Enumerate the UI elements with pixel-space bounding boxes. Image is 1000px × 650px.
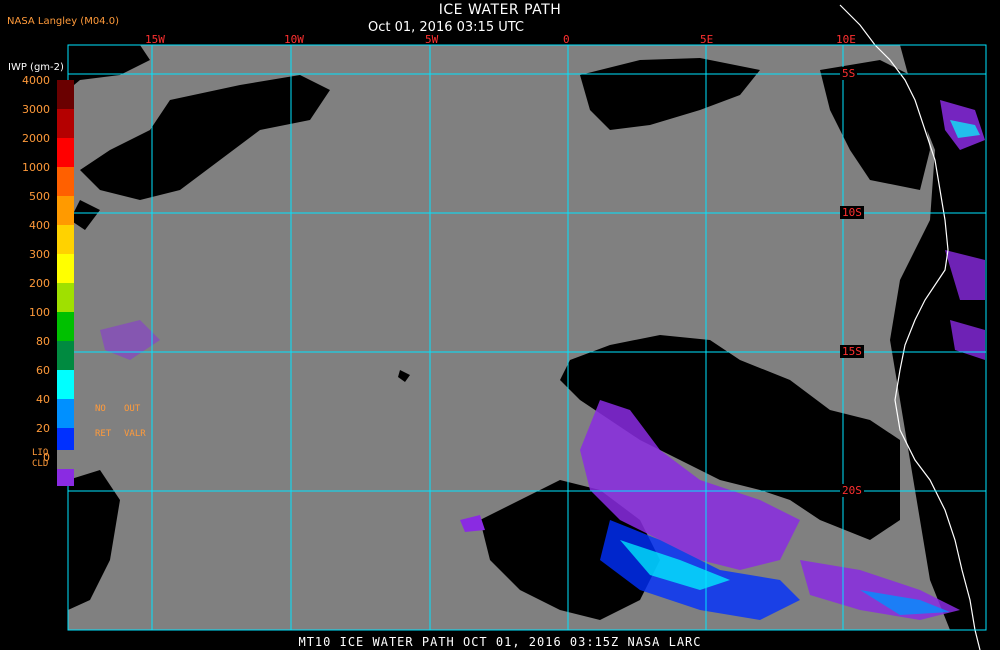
legend-valr: VALR bbox=[124, 429, 146, 439]
legend-color-swatch bbox=[57, 283, 74, 312]
legend-cld: CLD bbox=[32, 459, 49, 469]
legend-tick-label: 300 bbox=[29, 248, 50, 261]
longitude-label: 10E bbox=[836, 33, 856, 46]
map-title: ICE WATER PATH bbox=[438, 2, 562, 18]
legend-tick-label: 80 bbox=[36, 335, 50, 348]
legend-color-swatch bbox=[57, 109, 74, 138]
legend-tick-label: 500 bbox=[29, 190, 50, 203]
legend-out: OUT bbox=[124, 404, 141, 414]
longitude-label: 10W bbox=[284, 33, 304, 46]
legend-liquid-cloud-swatch bbox=[57, 450, 74, 469]
legend-color-swatch bbox=[57, 399, 74, 428]
legend-tick-label: 20 bbox=[36, 422, 50, 435]
legend-tick-label: 2000 bbox=[22, 132, 50, 145]
longitude-label: 5E bbox=[700, 33, 714, 46]
legend-ret: RET bbox=[95, 429, 112, 439]
satellite-map bbox=[67, 4, 987, 650]
legend-tick-label: 60 bbox=[36, 364, 50, 377]
legend-color-swatch bbox=[57, 254, 74, 283]
legend-tick-label: 3000 bbox=[22, 103, 50, 116]
longitude-label: 0 bbox=[563, 33, 570, 46]
legend-color-swatch bbox=[57, 138, 74, 167]
longitude-label: 15W bbox=[145, 33, 165, 46]
legend-color-swatch bbox=[57, 225, 74, 254]
latitude-label: 20S bbox=[840, 484, 864, 497]
legend-color-swatch bbox=[57, 370, 74, 399]
data-source: NASA Langley (M04.0) bbox=[7, 16, 119, 27]
map-timestamp: Oct 01, 2016 03:15 UTC bbox=[368, 20, 524, 35]
legend-color-swatch bbox=[57, 167, 74, 196]
latitude-label: 15S bbox=[840, 345, 864, 358]
legend-tick-label: 100 bbox=[29, 306, 50, 319]
legend-tick-label: 1000 bbox=[22, 161, 50, 174]
legend-color-swatch bbox=[57, 196, 74, 225]
legend-tick-label: 40 bbox=[36, 393, 50, 406]
legend-tick-label: 400 bbox=[29, 219, 50, 232]
longitude-label: 5W bbox=[425, 33, 439, 46]
latitude-label: 5S bbox=[840, 67, 858, 80]
legend-color-swatch bbox=[57, 341, 74, 370]
legend-color-swatch bbox=[57, 312, 74, 341]
legend-color-swatch bbox=[57, 80, 74, 109]
legend-tick-label: 200 bbox=[29, 277, 50, 290]
legend-tick-label: 4000 bbox=[22, 74, 50, 87]
legend-no: NO bbox=[95, 404, 106, 414]
legend-units: IWP (gm-2) bbox=[8, 62, 64, 73]
latitude-label: 10S bbox=[840, 206, 864, 219]
footer-caption: MT10 ICE WATER PATH OCT 01, 2016 03:15Z … bbox=[298, 635, 702, 649]
legend-liq: LIQ bbox=[32, 448, 49, 458]
